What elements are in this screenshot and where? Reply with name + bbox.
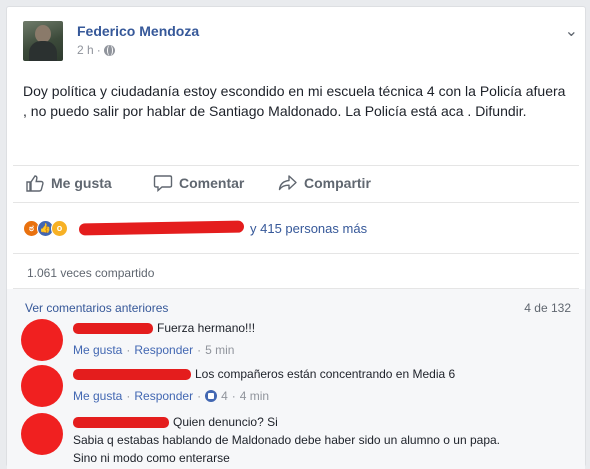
post-text: Doy política y ciudadanía estoy escondid… (23, 83, 566, 119)
like-label: Me gusta (51, 175, 112, 191)
comment-reply-link[interactable]: Responder (134, 343, 193, 357)
share-label: Compartir (304, 175, 371, 191)
redacted-reactor-names (78, 220, 245, 236)
comment-line: Quien denuncio? Si (73, 413, 563, 431)
comment-time[interactable]: 5 min (205, 343, 234, 357)
comment-body: Fuerza hermano!!! Me gusta · Responder ·… (73, 319, 563, 357)
wow-reaction-icon: o (51, 219, 68, 237)
comment-like-count[interactable]: 4 (221, 389, 228, 403)
meta-separator: · (126, 343, 131, 357)
more-icon[interactable]: ⌄ (565, 21, 579, 41)
comment-line: Los compañeros están concentrando en Med… (73, 365, 563, 383)
avatar-body (29, 41, 57, 61)
comment-meta: Me gusta · Responder · 5 min (73, 343, 563, 357)
commenter-avatar[interactable] (21, 319, 63, 361)
share-button[interactable]: Compartir (278, 174, 371, 192)
comment-like-link[interactable]: Me gusta (73, 389, 122, 403)
comment-text: Fuerza hermano!!! (157, 321, 256, 335)
comment-text-line2: Sabia q estabas hablando de Maldonado de… (73, 433, 501, 447)
reactions-row[interactable]: ಠ 👍 o y 415 personas más (23, 217, 583, 239)
action-bar: Me gusta Comentar Compartir (13, 165, 579, 203)
share-icon (278, 175, 297, 191)
comment-text: Quien denuncio? Si (173, 415, 278, 429)
comment-line: Fuerza hermano!!! (73, 319, 563, 337)
redacted-commenter-name (73, 368, 191, 380)
post-header: Federico Mendoza 2 h · (23, 21, 563, 67)
meta-separator: · (197, 389, 202, 403)
comment-icon (153, 175, 173, 192)
redacted-commenter-name (73, 322, 153, 334)
comment-text-line3: Sino ni modo como enterarse (73, 451, 230, 465)
comment-count: 4 de 132 (524, 301, 571, 315)
meta-separator: · (126, 389, 131, 403)
meta-separator: · (231, 389, 236, 403)
like-button[interactable]: Me gusta (25, 174, 112, 192)
comment-body: Los compañeros están concentrando en Med… (73, 365, 563, 403)
comment-like-link[interactable]: Me gusta (73, 343, 122, 357)
thumbs-up-icon (26, 175, 44, 192)
comment-meta: Me gusta · Responder · 4 · 4 min (73, 389, 563, 403)
meta-separator: · (96, 43, 101, 57)
like-count-icon (205, 390, 218, 402)
author-name[interactable]: Federico Mendoza (77, 23, 199, 39)
comment-text: Los compañeros están concentrando en Med… (195, 367, 456, 381)
post-meta: 2 h · (77, 43, 115, 57)
comment-label: Comentar (179, 175, 245, 191)
post-time[interactable]: 2 h (77, 43, 94, 57)
redacted-commenter-name (73, 416, 169, 428)
meta-separator: · (197, 343, 202, 357)
share-count[interactable]: 1.061 veces compartido (27, 266, 154, 280)
post-card: Federico Mendoza 2 h · ⌄ Doy política y … (6, 6, 586, 469)
commenter-avatar[interactable] (21, 365, 63, 407)
comment-button[interactable]: Comentar (153, 174, 244, 192)
shares-row: 1.061 veces compartido (13, 253, 579, 289)
comment-time[interactable]: 4 min (240, 389, 269, 403)
reactors-more-link[interactable]: y 415 personas más (250, 221, 367, 236)
comment-body: Quien denuncio? Si Sabia q estabas habla… (73, 413, 563, 467)
comment-reply-link[interactable]: Responder (134, 389, 193, 403)
view-previous-comments-link[interactable]: Ver comentarios anteriores (25, 301, 168, 315)
author-avatar[interactable] (23, 21, 63, 61)
commenter-avatar[interactable] (21, 413, 63, 455)
comments-section: Ver comentarios anteriores 4 de 132 Fuer… (7, 289, 585, 469)
globe-icon[interactable] (103, 44, 115, 56)
